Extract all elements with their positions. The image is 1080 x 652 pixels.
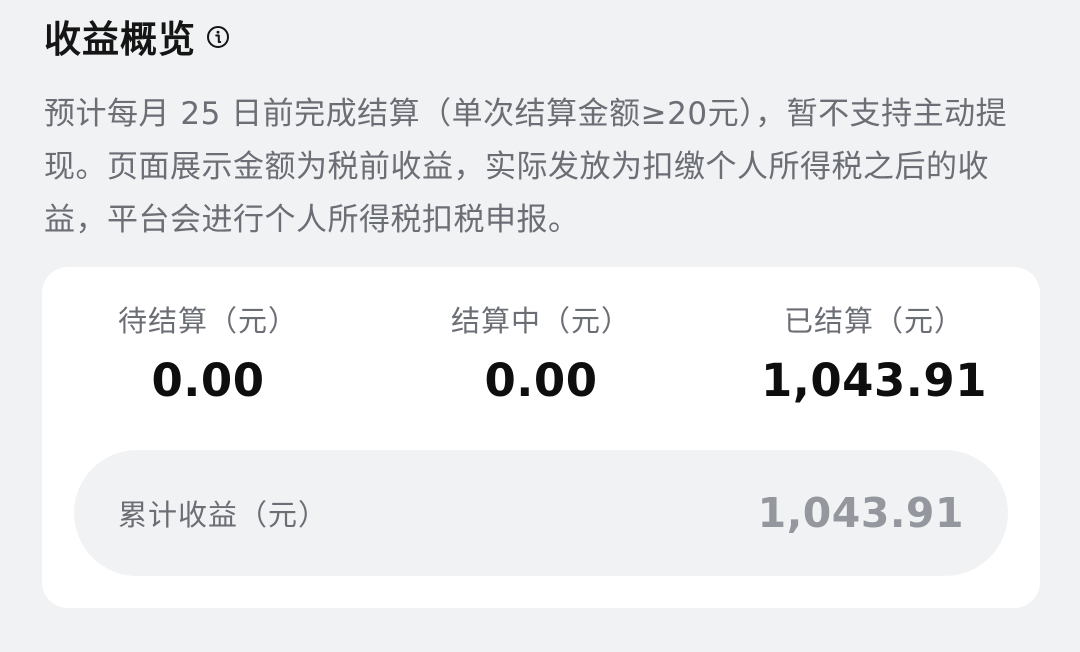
- pending-settlement-value: 0.00: [151, 354, 265, 407]
- earnings-card: 待结算（元） 0.00 结算中（元） 0.00 已结算（元） 1,043.91 …: [42, 267, 1040, 608]
- earnings-overview-page: 收益概览 预计每月 25 日前完成结算（单次结算金额≥20元），暂不支持主动提现…: [0, 0, 1080, 652]
- pending-settlement-stat: 待结算（元） 0.00: [42, 299, 374, 419]
- pending-settlement-label: 待结算（元）: [117, 304, 298, 338]
- info-icon[interactable]: [206, 25, 230, 49]
- in-settlement-value: 0.00: [484, 354, 598, 407]
- section-header: 收益概览: [44, 10, 230, 62]
- earnings-stats: 待结算（元） 0.00 结算中（元） 0.00 已结算（元） 1,043.91: [42, 267, 1040, 447]
- settled-label: 已结算（元）: [783, 304, 964, 338]
- page-title: 收益概览: [44, 18, 196, 61]
- cumulative-earnings-label: 累计收益（元）: [118, 498, 329, 532]
- cumulative-earnings-value: 1,043.91: [757, 489, 964, 537]
- settled-value: 1,043.91: [760, 354, 988, 407]
- cumulative-earnings-row: 累计收益（元） 1,043.91: [74, 450, 1008, 576]
- settlement-description: 预计每月 25 日前完成结算（单次结算金额≥20元），暂不支持主动提现。页面展示…: [44, 96, 1008, 238]
- in-settlement-stat: 结算中（元） 0.00: [375, 299, 707, 419]
- in-settlement-label: 结算中（元）: [450, 304, 631, 338]
- settled-stat: 已结算（元） 1,043.91: [708, 299, 1040, 419]
